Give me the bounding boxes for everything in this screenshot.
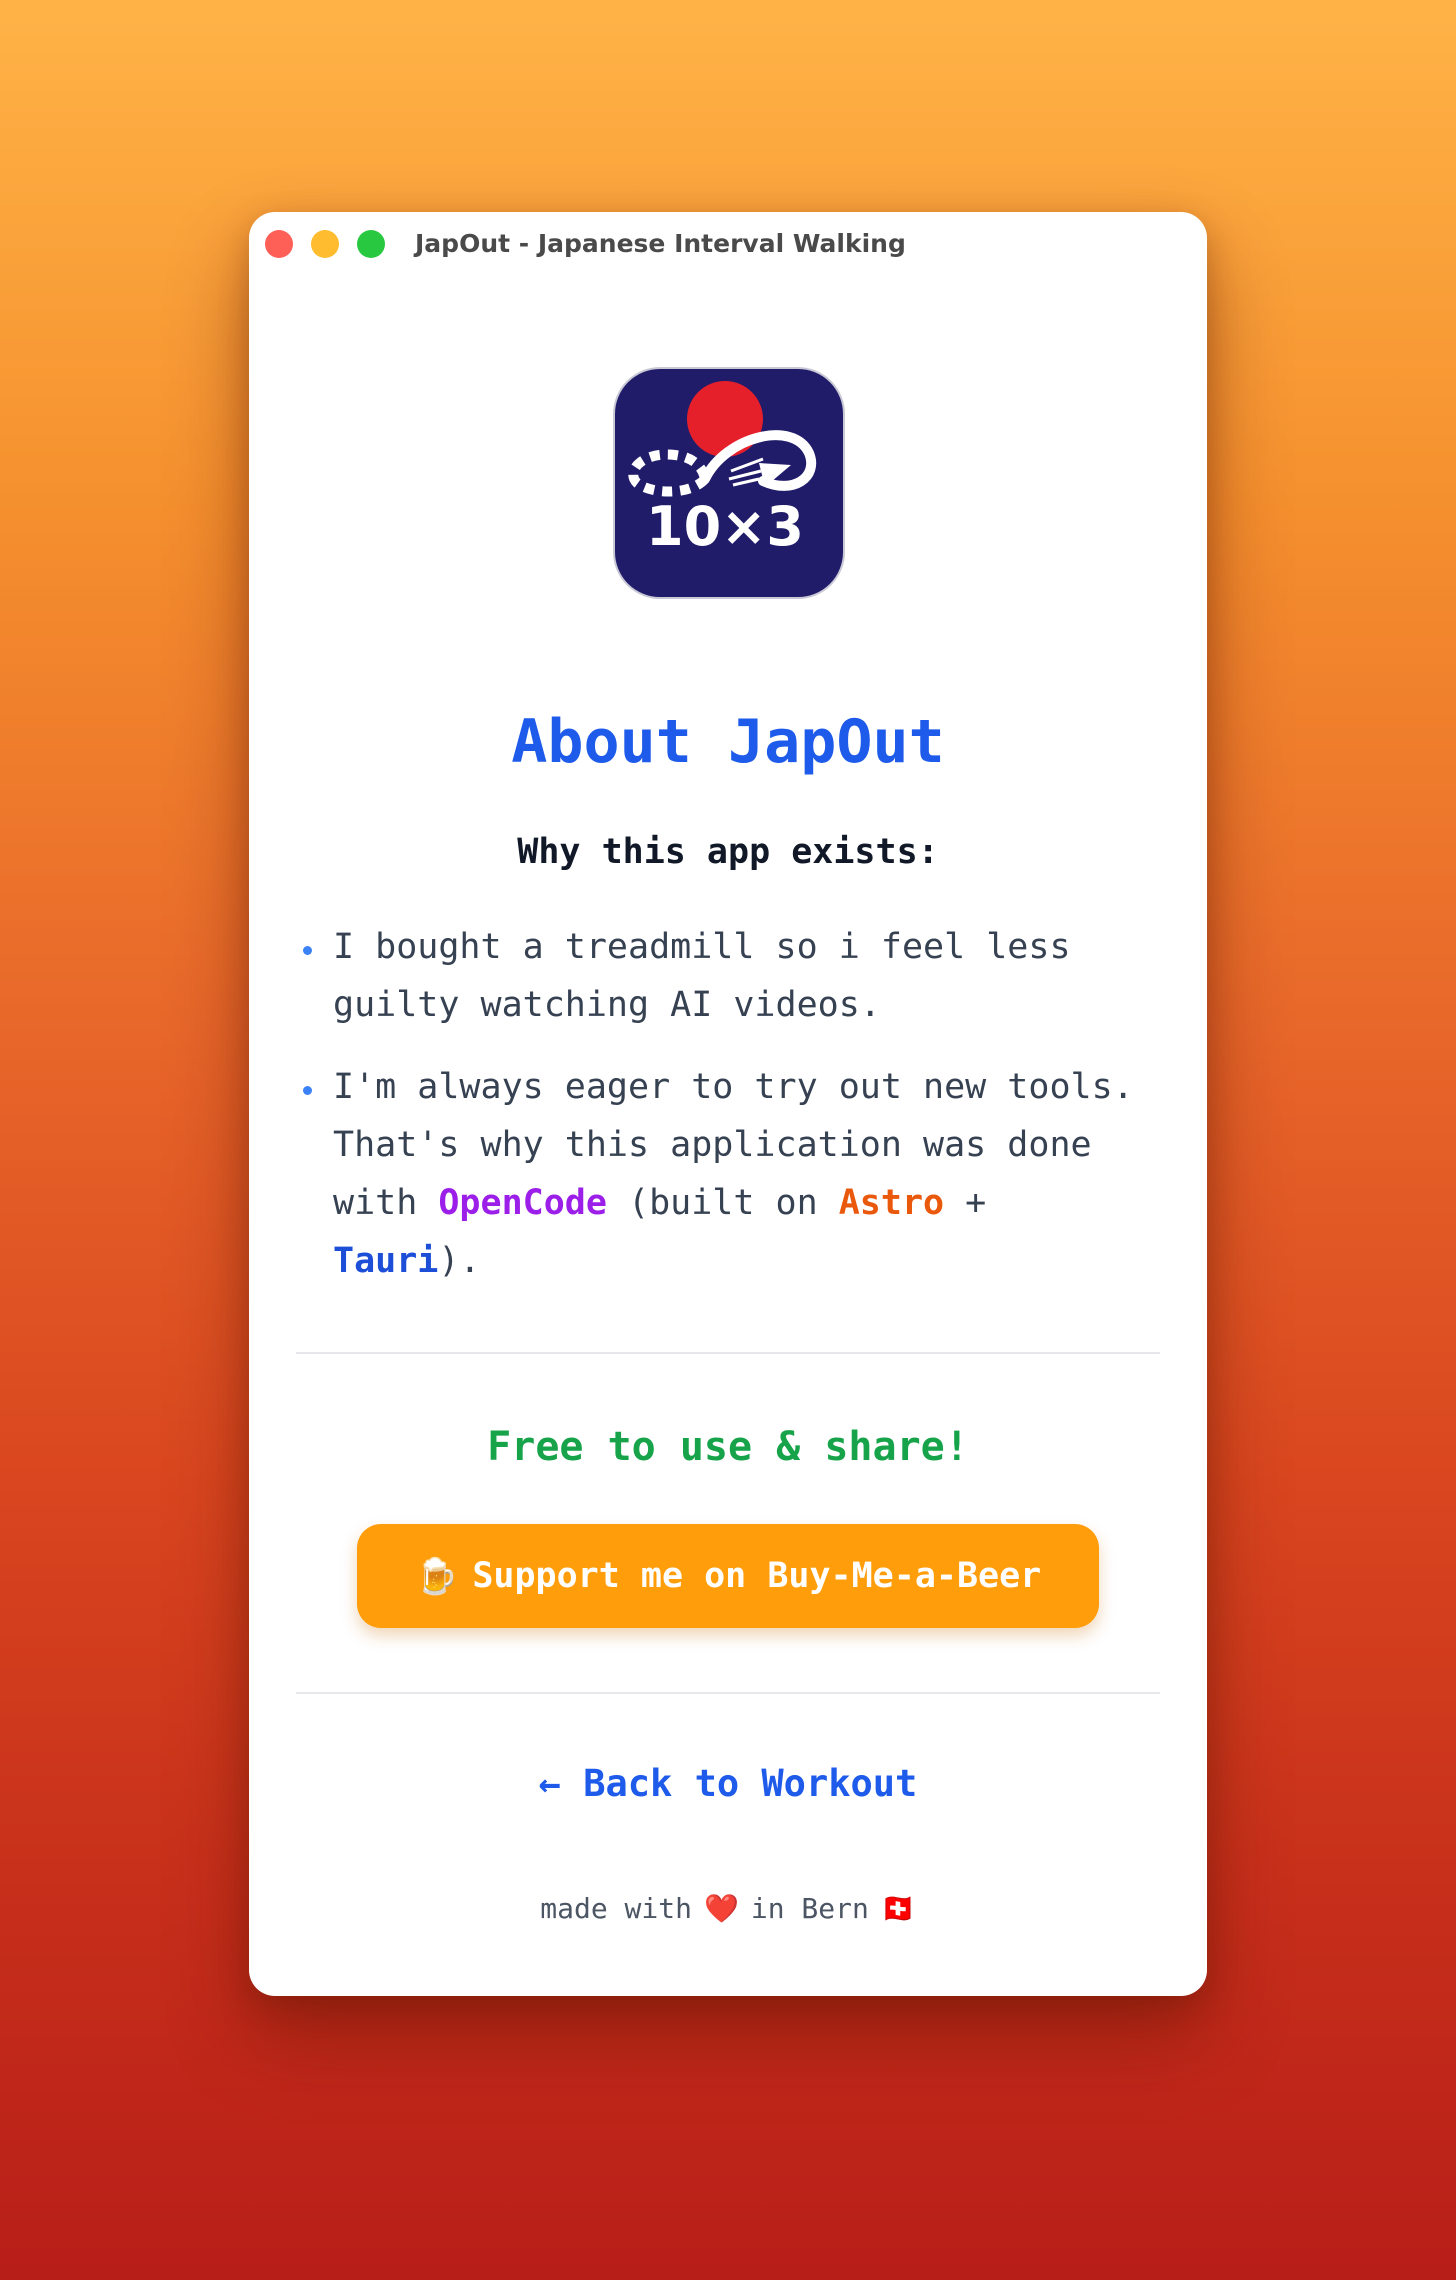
japout-app-icon: 10×3 [613, 367, 845, 599]
app-window: JapOut - Japanese Interval Walking 10×3 … [249, 212, 1207, 1996]
free-to-use-text: Free to use & share! [487, 1424, 969, 1470]
reason-text-plus: + [944, 1183, 987, 1223]
title-bar[interactable]: JapOut - Japanese Interval Walking [249, 212, 1207, 276]
back-to-workout-link[interactable]: ← Back to Workout [249, 1762, 1207, 1805]
footer: made with ❤️ in Bern 🇨🇭 [249, 1892, 1207, 1925]
opencode-link[interactable]: OpenCode [438, 1183, 607, 1223]
reasons-list: I bought a treadmill so i feel less guil… [303, 918, 1153, 1314]
app-icon-label: 10×3 [646, 495, 804, 558]
bullet-dot-icon [303, 946, 312, 955]
list-item: I bought a treadmill so i feel less guil… [303, 918, 1153, 1034]
footer-prefix: made with [540, 1892, 692, 1925]
reason-text-mid: (built on [606, 1183, 839, 1223]
bullet-dot-icon [303, 1086, 312, 1095]
tauri-link[interactable]: Tauri [333, 1241, 438, 1281]
beer-mug-icon: 🍺 [414, 1556, 459, 1597]
divider [296, 1352, 1160, 1354]
maximize-window-button[interactable] [357, 230, 385, 258]
divider [296, 1692, 1160, 1694]
list-item: I'm always eager to try out new tools. T… [303, 1058, 1153, 1290]
astro-link[interactable]: Astro [839, 1183, 944, 1223]
support-beer-button[interactable]: 🍺 Support me on Buy-Me-a-Beer [357, 1524, 1099, 1628]
section-heading: Why this app exists: [517, 832, 939, 872]
heart-icon: ❤️ [703, 1892, 739, 1925]
reason-text-suffix: ). [438, 1241, 481, 1281]
close-window-button[interactable] [265, 230, 293, 258]
window-title: JapOut - Japanese Interval Walking [415, 229, 906, 258]
reason-text: I bought a treadmill so i feel less guil… [333, 927, 1071, 1025]
minimize-window-button[interactable] [311, 230, 339, 258]
swiss-flag-icon: 🇨🇭 [880, 1892, 916, 1925]
support-button-label: Support me on Buy-Me-a-Beer [472, 1556, 1042, 1596]
footer-location: in Bern [750, 1892, 869, 1925]
page-title: About JapOut [511, 707, 945, 777]
